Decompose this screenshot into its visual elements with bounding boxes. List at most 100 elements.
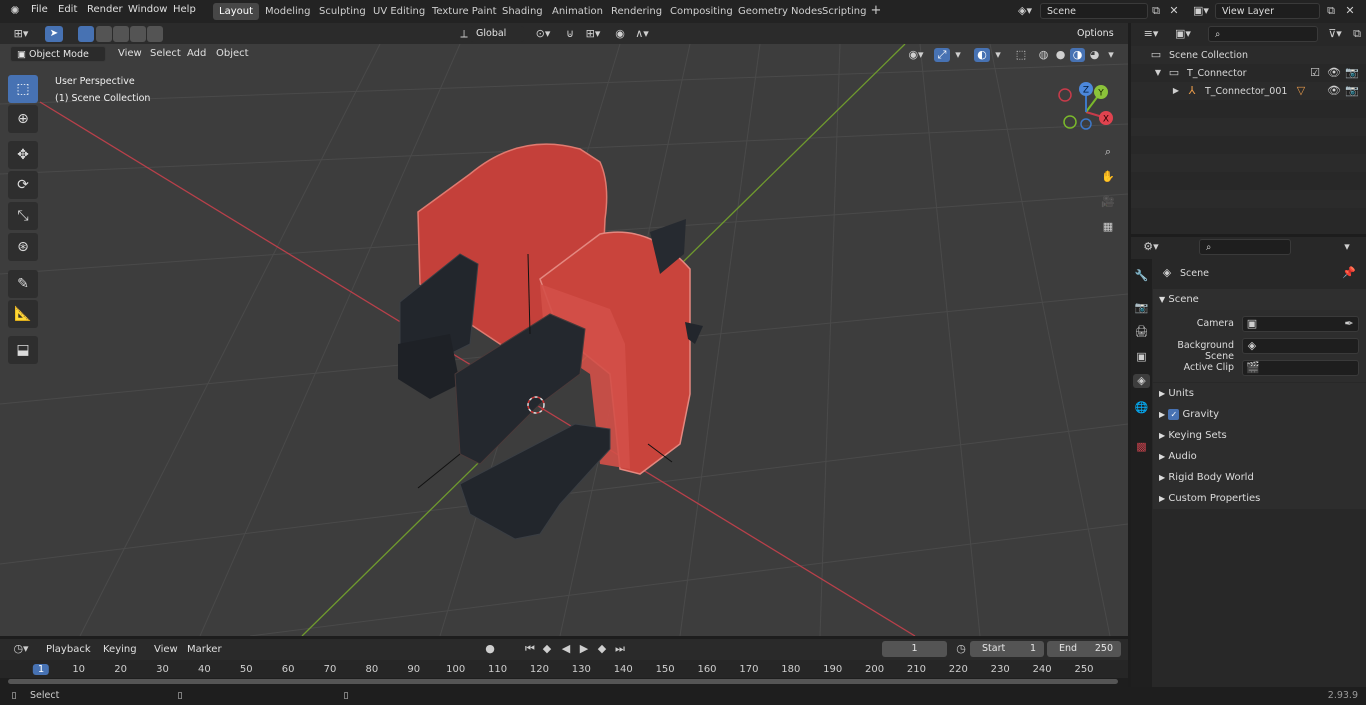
tab-compositing[interactable]: Compositing <box>664 3 739 20</box>
tab-geometry-nodes[interactable]: Geometry Nodes <box>732 3 828 20</box>
tool-measure[interactable]: 📐 <box>8 300 38 328</box>
proportional-edit-icon[interactable]: ◉ <box>613 27 627 41</box>
options-dropdown[interactable]: Options <box>1071 26 1123 42</box>
jump-start-icon[interactable]: ⏮ <box>523 642 537 656</box>
properties-search-input[interactable]: ⌕ <box>1199 239 1291 255</box>
properties-editor-icon[interactable]: ⚙▾ <box>1139 240 1163 254</box>
outliner-display-icon[interactable]: ▣▾ <box>1172 27 1194 41</box>
timeline-menu-keying[interactable]: Keying <box>103 644 137 655</box>
scene-field[interactable]: Scene <box>1040 3 1148 19</box>
timeline-menu-playback[interactable]: Playback <box>46 644 91 655</box>
xray-icon[interactable]: ⬚ <box>1014 48 1028 62</box>
select-mode-extend-icon[interactable] <box>96 26 112 42</box>
camera-view-icon[interactable]: 🎥 <box>1100 195 1116 209</box>
select-mode-new-icon[interactable] <box>78 26 94 42</box>
timeline-scrollbar[interactable] <box>8 679 1118 684</box>
tool-transform[interactable]: ⊛ <box>8 233 38 261</box>
delete-view-layer-icon[interactable]: ✕ <box>1344 4 1356 18</box>
start-frame-field[interactable]: Start 1 <box>970 641 1044 657</box>
end-frame-field[interactable]: End 250 <box>1047 641 1121 657</box>
blender-logo-icon[interactable]: ✺ <box>8 4 22 18</box>
custom-properties-panel-header[interactable]: ▶ Custom Properties <box>1153 488 1366 509</box>
filter-icon[interactable]: ⊽▾ <box>1325 27 1345 41</box>
rigid-body-world-panel-header[interactable]: ▶ Rigid Body World <box>1153 467 1366 488</box>
delete-scene-icon[interactable]: ✕ <box>1168 4 1180 18</box>
tab-modeling[interactable]: Modeling <box>259 3 317 20</box>
editor-type-icon[interactable]: ⊞▾ <box>8 27 34 41</box>
transform-orientation-dropdown[interactable]: Global <box>470 26 524 42</box>
timeline-editor-icon[interactable]: ◷▾ <box>8 642 34 656</box>
menu-edit[interactable]: Edit <box>58 4 77 15</box>
play-reverse-icon[interactable]: ◀ <box>559 642 573 656</box>
tab-texture-paint[interactable]: Texture Paint <box>426 3 503 20</box>
tool-move[interactable]: ✥ <box>8 141 38 169</box>
shading-material-icon[interactable]: ◑ <box>1070 48 1085 62</box>
keying-sets-panel-header[interactable]: ▶ Keying Sets <box>1153 425 1366 446</box>
expand-arrow-icon[interactable]: ▶ <box>1171 84 1181 98</box>
units-panel-header[interactable]: ▶ Units <box>1153 383 1366 404</box>
eye-icon[interactable]: 👁 <box>1327 84 1341 98</box>
properties-options-icon[interactable]: ▾ <box>1340 240 1354 254</box>
tool-rotate[interactable]: ⟳ <box>8 171 38 199</box>
select-mode-subtract-icon[interactable] <box>113 26 129 42</box>
tab-uv-editing[interactable]: UV Editing <box>367 3 431 20</box>
prev-keyframe-icon[interactable]: ◆ <box>540 642 554 656</box>
tab-scripting[interactable]: Scripting <box>816 3 872 20</box>
navigation-gizmo[interactable]: X Y Z <box>1058 82 1118 132</box>
background-scene-field[interactable] <box>1242 338 1359 354</box>
zoom-icon[interactable]: ⌕ <box>1100 145 1116 159</box>
viewport-menu-view[interactable]: View <box>118 48 142 59</box>
tool-annotate[interactable]: ✎ <box>8 270 38 298</box>
eyedropper-icon[interactable]: ✒ <box>1343 317 1355 331</box>
shading-solid-icon[interactable]: ● <box>1053 48 1068 62</box>
viewport-menu-object[interactable]: Object <box>216 48 249 59</box>
shading-wireframe-icon[interactable]: ◍ <box>1036 48 1051 62</box>
select-mode-intersect-icon[interactable] <box>147 26 163 42</box>
expand-arrow-icon[interactable]: ▼ <box>1153 66 1163 80</box>
pivot-point-icon[interactable]: ⊙▾ <box>532 27 554 41</box>
tool-scale[interactable]: ⤡ <box>8 202 38 230</box>
outliner-row-scene-collection[interactable]: ▭ Scene Collection <box>1131 46 1366 64</box>
timeline-menu-view[interactable]: View <box>154 644 178 655</box>
tab-animation[interactable]: Animation <box>546 3 609 20</box>
3d-viewport[interactable] <box>0 44 1128 636</box>
snap-icon[interactable]: ⊍ <box>563 27 577 41</box>
pan-hand-icon[interactable]: ✋ <box>1100 170 1116 184</box>
timeline-menu-marker[interactable]: Marker <box>187 644 222 655</box>
current-frame-field[interactable]: 1 <box>882 641 947 657</box>
outliner-row-t-connector-001[interactable]: ▶ ⅄ T_Connector_001 ▽ 👁 📷 <box>1131 82 1366 100</box>
view-layer-field[interactable]: View Layer <box>1215 3 1320 19</box>
outliner-editor-icon[interactable]: ≡▾ <box>1139 27 1163 41</box>
tab-shading[interactable]: Shading <box>496 3 549 20</box>
outliner-row-t-connector[interactable]: ▼ ▭ T_Connector ☑ 👁 📷 <box>1131 64 1366 82</box>
clock-icon[interactable]: ◷ <box>954 642 968 656</box>
record-icon[interactable]: ● <box>483 642 497 656</box>
menu-render[interactable]: Render <box>87 4 123 15</box>
tab-rendering[interactable]: Rendering <box>605 3 668 20</box>
tool-add-cube[interactable]: ⬓ <box>8 336 38 364</box>
viewport-menu-select[interactable]: Select <box>150 48 181 59</box>
view-layer-selector-icon[interactable]: ▣▾ <box>1190 4 1212 18</box>
tab-layout[interactable]: Layout <box>213 3 259 20</box>
tool-cursor[interactable]: ⊕ <box>8 105 38 133</box>
gravity-panel-header[interactable]: ▶ ✓ Gravity <box>1153 404 1366 425</box>
select-tool-button[interactable]: ➤ <box>45 26 63 42</box>
snap-target-icon[interactable]: ⊞▾ <box>582 27 604 41</box>
overlay-dropdown-icon[interactable]: ▾ <box>993 48 1003 62</box>
scene-tab-icon[interactable]: ◈ <box>1133 374 1150 388</box>
shading-rendered-icon[interactable]: ◕ <box>1087 48 1102 62</box>
world-tab-icon[interactable]: 🌐 <box>1134 401 1149 415</box>
tool-select-box[interactable]: ⬚ <box>8 75 38 103</box>
pin-icon[interactable]: 📌 <box>1342 266 1356 280</box>
camera-render-icon[interactable]: 📷 <box>1345 66 1359 80</box>
gravity-checkbox-icon[interactable]: ✓ <box>1168 408 1180 420</box>
camera-render-icon[interactable]: 📷 <box>1345 84 1359 98</box>
jump-end-icon[interactable]: ⏭ <box>613 642 627 656</box>
texture-tab-icon[interactable]: ▩ <box>1134 440 1149 454</box>
select-mode-invert-icon[interactable] <box>130 26 146 42</box>
eye-icon[interactable]: 👁 <box>1327 66 1341 80</box>
visibility-icon[interactable]: ◉▾ <box>904 48 928 62</box>
shading-dropdown-icon[interactable]: ▾ <box>1106 48 1116 62</box>
tab-sculpting[interactable]: Sculpting <box>313 3 372 20</box>
add-workspace-icon[interactable]: + <box>870 4 882 18</box>
